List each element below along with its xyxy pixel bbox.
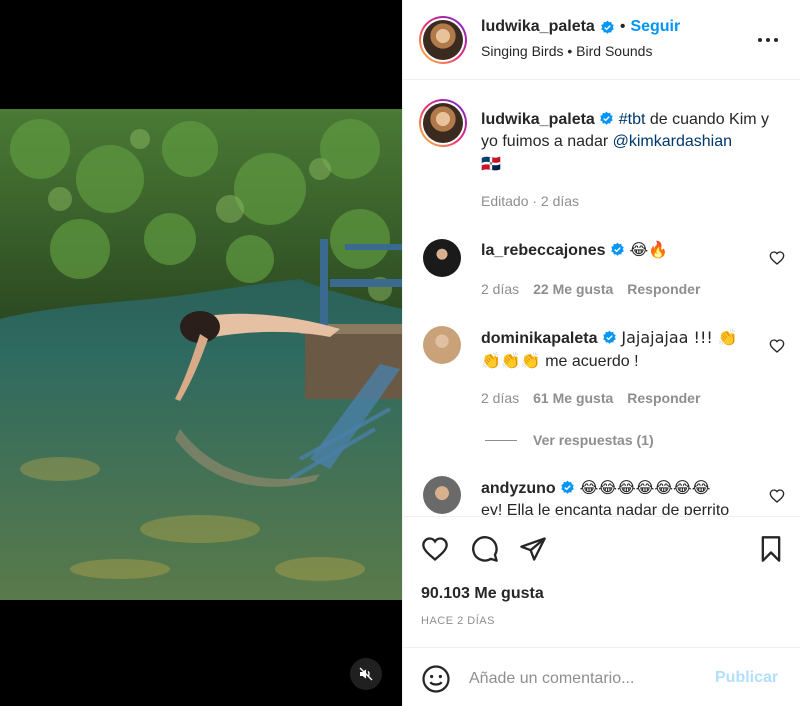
paper-plane-icon[interactable] xyxy=(519,535,547,563)
audio-track[interactable]: Singing Birds • Bird Sounds xyxy=(481,43,652,59)
comment-body: Jajajajaa !!! 👏 xyxy=(621,328,738,347)
verified-badge-icon xyxy=(601,20,614,34)
comment-text: dominikapaleta Jajajajaa !!! 👏 👏👏👏 me ac… xyxy=(481,327,771,373)
separator-dot: • xyxy=(619,18,626,35)
comment-input[interactable] xyxy=(469,666,699,692)
post-timestamp[interactable]: HACE 2 DÍAS xyxy=(421,615,495,627)
comment-username[interactable]: la_rebeccajones xyxy=(481,242,606,259)
comment-body-line2: ey! Ella le encanta nadar de perrito xyxy=(481,502,730,515)
caption-mention[interactable]: @kimkardashian xyxy=(613,133,732,150)
comment-likes[interactable]: 61 Me gusta xyxy=(533,390,613,406)
caption-text: ludwika_paleta #tbt de cuando Kim y yo f… xyxy=(481,109,771,176)
comment-meta: 2 días 22 Me gusta Responder xyxy=(481,281,700,297)
more-options-icon[interactable] xyxy=(755,28,781,52)
caption-flag: 🇩🇴 xyxy=(481,154,501,173)
comment-avatar[interactable] xyxy=(423,326,461,364)
comment-avatar[interactable] xyxy=(423,239,461,277)
caption-avatar[interactable] xyxy=(419,99,467,147)
verified-badge-icon xyxy=(600,111,614,125)
bookmark-icon[interactable] xyxy=(757,535,785,563)
likes-count[interactable]: 90.103 Me gusta xyxy=(421,585,544,603)
comment-time[interactable]: 2 días xyxy=(481,390,519,406)
comment-like-icon[interactable] xyxy=(769,250,785,266)
verified-badge-icon xyxy=(603,330,616,344)
comments-list[interactable]: ludwika_paleta #tbt de cuando Kim y yo f… xyxy=(403,81,800,515)
comment-body-line2: me acuerdo ! xyxy=(540,353,639,370)
add-comment-bar: Publicar xyxy=(403,647,800,706)
comment-body: 😂🔥 xyxy=(629,240,669,259)
post-detail-panel: ludwika_paleta • Seguir Singing Birds • … xyxy=(402,0,800,706)
caption-username[interactable]: ludwika_paleta xyxy=(481,111,595,128)
comment-username[interactable]: andyzuno xyxy=(481,480,556,497)
post-video-frame[interactable] xyxy=(0,109,402,600)
comment-body-emoji: 👏👏👏 xyxy=(481,351,541,370)
caption-meta: Editado · 2 días xyxy=(481,193,580,209)
view-replies-label: Ver respuestas (1) xyxy=(533,432,654,448)
comment-likes[interactable]: 22 Me gusta xyxy=(533,281,613,297)
post-actions: 90.103 Me gusta HACE 2 DÍAS xyxy=(403,516,800,646)
comment-body: 😂😂😂😂😂😂😂 xyxy=(579,478,711,497)
divider-line xyxy=(485,439,517,441)
comment-bubble-icon[interactable] xyxy=(471,535,499,563)
heart-icon[interactable] xyxy=(421,535,449,563)
follow-button[interactable]: Seguir xyxy=(630,18,680,36)
comment-text: andyzuno 😂😂😂😂😂😂😂 ey! Ella le encanta nad… xyxy=(481,477,771,515)
publish-button[interactable]: Publicar xyxy=(715,669,778,687)
author-line: ludwika_paleta • Seguir xyxy=(481,18,680,36)
comment-meta: 2 días 61 Me gusta Responder xyxy=(481,390,700,406)
comment-like-icon[interactable] xyxy=(769,338,785,354)
smiley-icon[interactable] xyxy=(421,664,451,694)
comment-avatar[interactable] xyxy=(423,476,461,514)
comment-username[interactable]: dominikapaleta xyxy=(481,330,597,347)
author-avatar[interactable] xyxy=(419,16,467,64)
post-header: ludwika_paleta • Seguir Singing Birds • … xyxy=(403,0,800,80)
comment-like-icon[interactable] xyxy=(769,488,785,504)
reply-button[interactable]: Responder xyxy=(627,281,700,297)
comment-time[interactable]: 2 días xyxy=(481,281,519,297)
verified-badge-icon xyxy=(611,242,624,256)
author-username[interactable]: ludwika_paleta xyxy=(481,18,595,36)
comment-text: la_rebeccajones 😂🔥 xyxy=(481,239,771,262)
mute-toggle-button[interactable] xyxy=(350,658,382,690)
speaker-muted-icon xyxy=(359,667,373,681)
post-media[interactable] xyxy=(0,0,402,706)
caption: ludwika_paleta #tbt de cuando Kim y yo f… xyxy=(403,81,800,221)
reply-button[interactable]: Responder xyxy=(627,390,700,406)
caption-hashtag[interactable]: #tbt xyxy=(619,111,646,128)
view-replies-button[interactable]: Ver respuestas (1) xyxy=(485,432,654,448)
verified-badge-icon xyxy=(561,480,574,494)
